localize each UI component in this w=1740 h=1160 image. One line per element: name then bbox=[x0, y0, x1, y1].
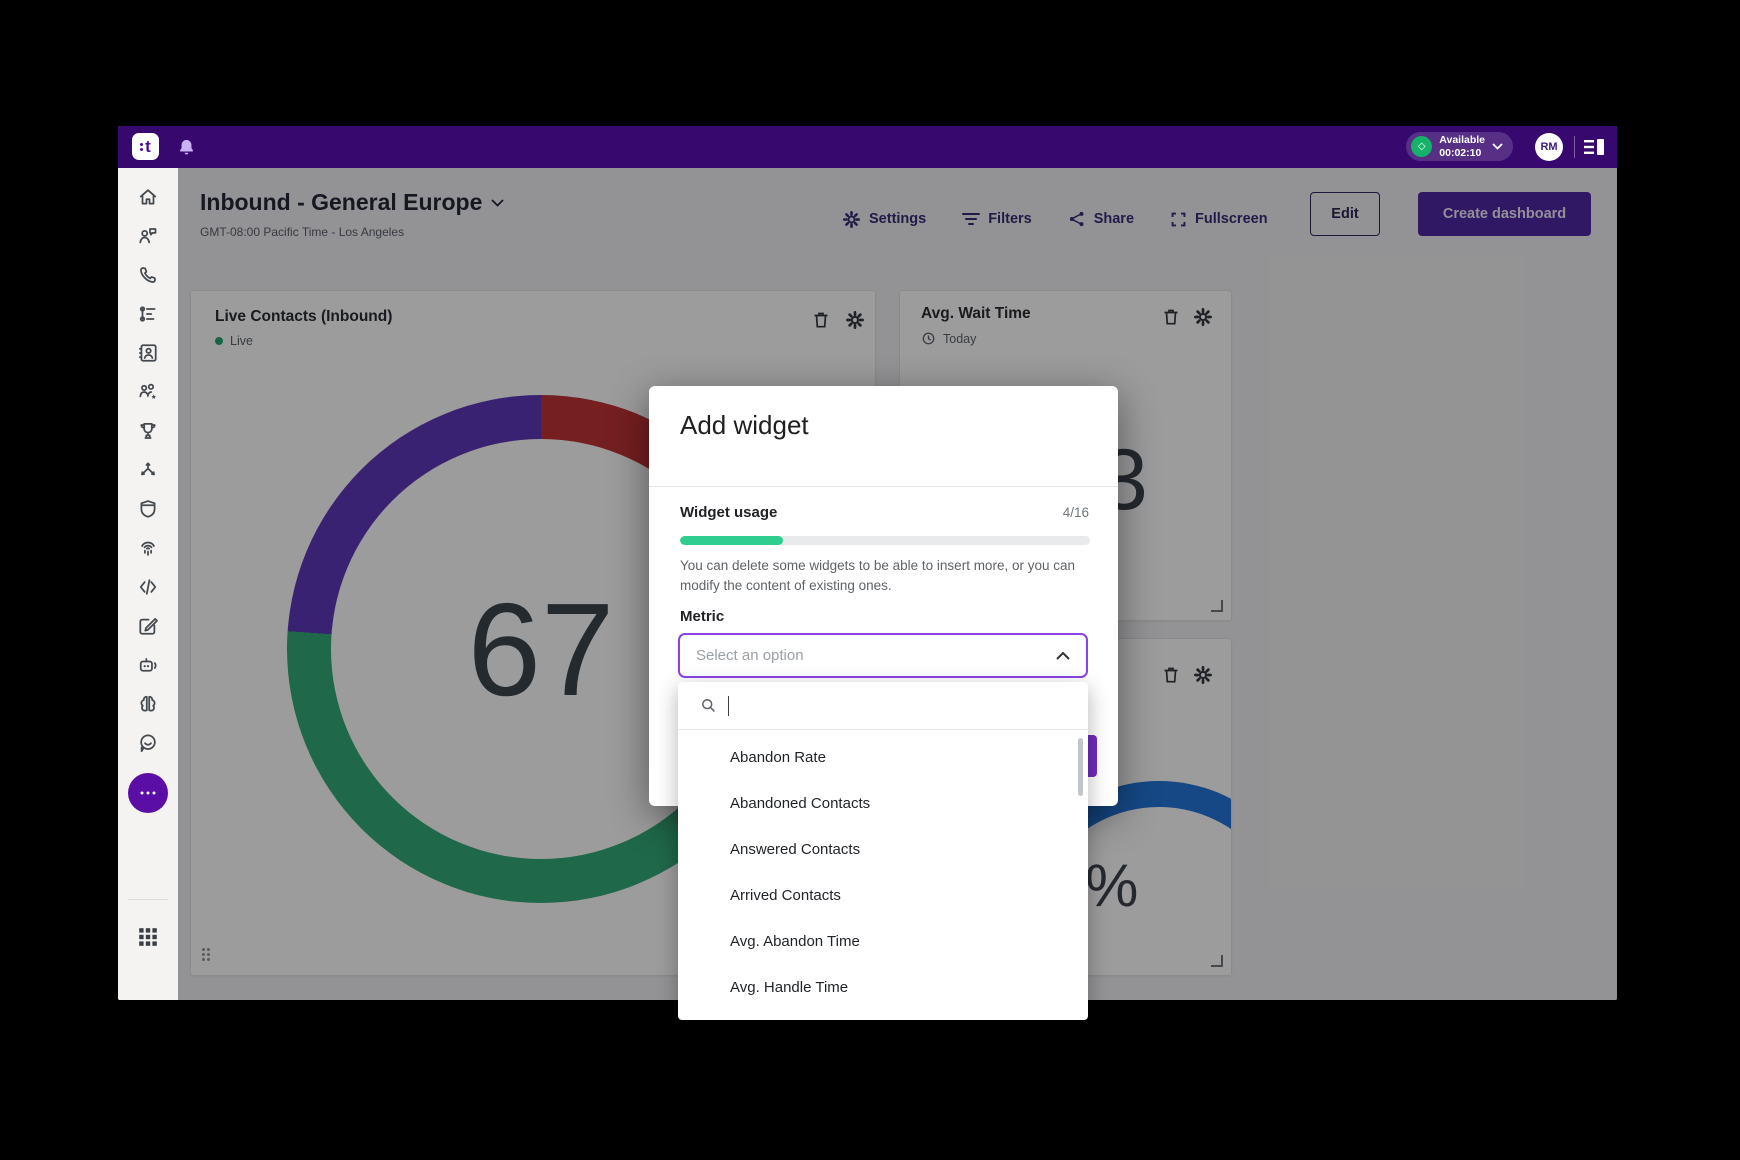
metric-option[interactable]: Avg. Handle Time bbox=[678, 964, 1088, 1010]
sidebar-divider bbox=[128, 899, 168, 900]
sidebar-item-compose[interactable] bbox=[137, 615, 159, 637]
panel-toggle-icon[interactable] bbox=[1584, 139, 1604, 155]
metric-select[interactable]: Select an option bbox=[678, 633, 1088, 678]
chevron-down-icon bbox=[1492, 143, 1503, 150]
avatar[interactable]: RM bbox=[1535, 133, 1563, 161]
logo-dots bbox=[140, 143, 143, 151]
sidebar-item-calls[interactable] bbox=[137, 264, 159, 286]
sidebar-item-flows[interactable] bbox=[137, 459, 159, 481]
chevron-up-icon bbox=[1056, 651, 1070, 660]
avatar-initials: RM bbox=[1540, 141, 1557, 153]
widget-usage-label: Widget usage bbox=[680, 504, 777, 521]
sidebar-item-more[interactable] bbox=[128, 773, 168, 813]
sidebar-item-analytics[interactable] bbox=[137, 303, 159, 325]
sidebar-item-automations[interactable] bbox=[137, 654, 159, 676]
sidebar-item-workforce[interactable] bbox=[137, 381, 159, 403]
metric-label: Metric bbox=[680, 608, 724, 625]
status-timer: 00:02:10 bbox=[1439, 147, 1485, 160]
sidebar-item-conversations[interactable] bbox=[137, 225, 159, 247]
progress-fill bbox=[680, 536, 783, 545]
widget-usage-helper: You can delete some widgets to be able t… bbox=[680, 556, 1090, 595]
top-bar: t ◇ Available 00:02:10 RM bbox=[118, 126, 1617, 168]
modal-title: Add widget bbox=[680, 410, 809, 441]
agent-status-pill[interactable]: ◇ Available 00:02:10 bbox=[1406, 132, 1513, 161]
talkdesk-logo[interactable]: t bbox=[132, 133, 159, 160]
widget-usage-count: 4/16 bbox=[1063, 505, 1089, 520]
metric-select-placeholder: Select an option bbox=[696, 647, 1056, 664]
metric-option[interactable]: Abandoned Contacts bbox=[678, 780, 1088, 826]
metric-search-input[interactable] bbox=[740, 696, 1088, 715]
metric-dropdown: Abandon RateAbandoned ContactsAnswered C… bbox=[678, 682, 1088, 1020]
sidebar-item-security[interactable] bbox=[137, 498, 159, 520]
status-label: Available bbox=[1439, 134, 1485, 147]
dropdown-scrollbar[interactable] bbox=[1078, 738, 1083, 796]
sidebar-item-apps[interactable] bbox=[137, 926, 159, 948]
sidebar-item-gamification[interactable] bbox=[137, 420, 159, 442]
metric-options-list: Abandon RateAbandoned ContactsAnswered C… bbox=[678, 734, 1088, 1010]
metric-search[interactable] bbox=[678, 682, 1088, 730]
sidebar-item-ai[interactable] bbox=[137, 693, 159, 715]
logo-letter: t bbox=[145, 138, 151, 155]
sidebar bbox=[118, 168, 178, 1000]
sidebar-item-identity[interactable] bbox=[137, 537, 159, 559]
metric-option[interactable]: Answered Contacts bbox=[678, 826, 1088, 872]
bell-icon[interactable] bbox=[177, 137, 196, 157]
search-icon bbox=[700, 697, 717, 714]
sidebar-item-developer[interactable] bbox=[137, 576, 159, 598]
topbar-divider bbox=[1574, 136, 1575, 158]
modal-divider bbox=[649, 486, 1118, 487]
sidebar-item-feedback[interactable] bbox=[137, 732, 159, 754]
widget-usage-progressbar bbox=[680, 536, 1090, 545]
sidebar-nav bbox=[118, 186, 178, 813]
sidebar-item-home[interactable] bbox=[137, 186, 159, 208]
text-caret bbox=[728, 696, 729, 716]
metric-option[interactable]: Avg. Abandon Time bbox=[678, 918, 1088, 964]
metric-option[interactable]: Arrived Contacts bbox=[678, 872, 1088, 918]
sidebar-item-contacts[interactable] bbox=[137, 342, 159, 364]
metric-option[interactable]: Abandon Rate bbox=[678, 734, 1088, 780]
status-diamond-icon: ◇ bbox=[1411, 136, 1432, 157]
